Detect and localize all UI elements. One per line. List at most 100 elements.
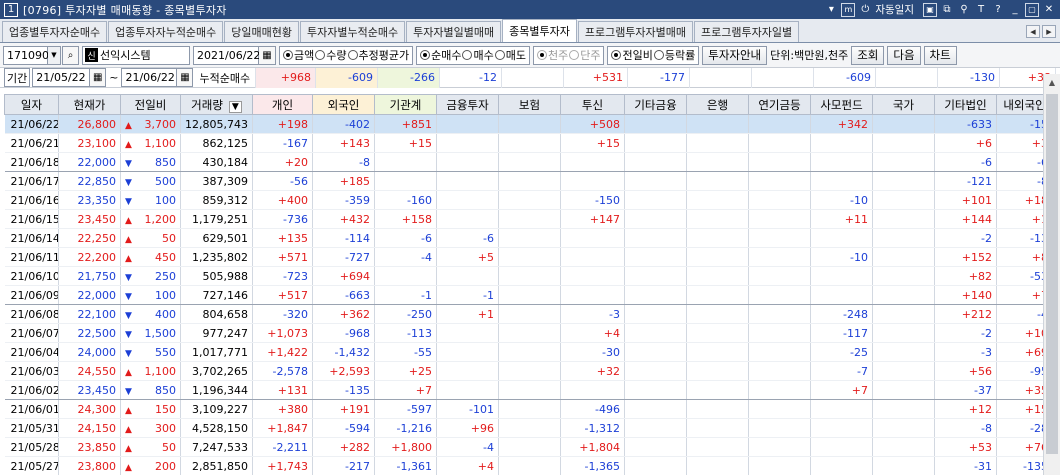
radio-buy[interactable]: 매수 — [462, 47, 494, 63]
column-header[interactable]: 연기금등 — [748, 94, 811, 115]
column-header[interactable]: 일자 — [4, 94, 59, 115]
table-row[interactable]: 21/06/21 23,100 ▲ 1,100 862,125 -167 +143 +15 +1… — [4, 133, 1053, 153]
radio-thousand-shares[interactable]: 천주 — [536, 47, 568, 63]
restore-icon[interactable]: ▢ — [1025, 2, 1039, 17]
table-row[interactable]: 21/05/31 24,150 ▲ 300 4,528,150 +1,847 -594 -1,… — [4, 418, 1053, 438]
price-cell: 23,800 — [58, 456, 121, 475]
tab-prev-icon[interactable]: ◀ — [1026, 25, 1040, 38]
radio-change-rate[interactable]: 등락률 — [653, 47, 695, 63]
table-row[interactable]: 21/05/27 23,800 ▲ 200 2,851,850 +1,743 -217 -1,… — [4, 456, 1053, 475]
vertical-scrollbar[interactable]: ▲ — [1043, 74, 1060, 475]
investor-value-cell: +4 — [436, 456, 499, 475]
change-cell: ▲ 1,100 — [120, 133, 181, 153]
table-row[interactable]: 21/06/08 22,100 ▼ 400 804,658 -320 +362 -250 +1 -… — [4, 304, 1053, 324]
column-header[interactable]: 기관계 — [374, 94, 437, 115]
stock-code-input[interactable]: 171090 — [3, 45, 49, 65]
price-cell: 24,000 — [58, 342, 121, 362]
column-header[interactable]: 전일비 — [120, 94, 181, 115]
tab-3[interactable]: 투자자별누적순매수 — [300, 21, 406, 42]
chevron-down-icon[interactable]: ▾ — [824, 3, 838, 17]
investor-value-cell — [624, 190, 687, 210]
change-value: 550 — [155, 345, 176, 359]
table-row[interactable]: 21/06/07 22,500 ▼ 1,500 977,247 +1,073 -968 -11… — [4, 323, 1053, 343]
column-header[interactable]: 기타법인 — [934, 94, 997, 115]
radio-quantity[interactable]: 수량 — [315, 47, 347, 63]
date-input[interactable]: 2021/06/22 — [193, 45, 260, 65]
chevron-down-icon[interactable]: ▼ — [48, 45, 61, 65]
tab-5[interactable]: 종목별투자자 — [502, 19, 577, 42]
help-icon[interactable]: ? — [991, 3, 1005, 17]
down-arrow-icon: ▼ — [125, 196, 132, 207]
column-header[interactable]: 은행 — [686, 94, 749, 115]
scroll-up-icon[interactable]: ▲ — [1044, 74, 1060, 91]
table-row[interactable]: 21/06/09 22,000 ▼ 100 727,146 +517 -663 -1 -1 +14… — [4, 285, 1053, 305]
next-button[interactable]: 다음 — [887, 45, 921, 65]
period-from-input[interactable]: 21/05/22 — [32, 68, 91, 87]
column-header[interactable]: 보험 — [498, 94, 561, 115]
volume-cell: 862,125 — [180, 133, 253, 153]
table-row[interactable]: 21/06/1722,850▼500387,309-56+185-121-8 — [4, 171, 1053, 191]
table-row[interactable]: 21/06/10 21,750 ▼ 250 505,988 -723 +694 +82 -53 — [4, 266, 1053, 286]
font-icon[interactable]: T — [974, 3, 988, 17]
column-header[interactable]: 개인 — [252, 94, 313, 115]
radio-single-shares[interactable]: 단주 — [569, 47, 600, 63]
radio-net-buy[interactable]: 순매수 — [420, 47, 461, 63]
tab-1[interactable]: 업종투자자누적순매수 — [108, 21, 224, 42]
autosave-label[interactable]: 자동일지 — [875, 2, 914, 17]
link-icon[interactable]: ⧉ — [940, 3, 954, 17]
stock-name-field[interactable]: 신 선익시스템 — [82, 45, 190, 65]
column-header[interactable]: 현재가 — [58, 94, 121, 115]
table-row[interactable]: 21/06/14 22,250 ▲ 50 629,501 +135 -114 -6 -6 -2 -1… — [4, 228, 1053, 248]
investor-value-cell: +517 — [252, 285, 313, 305]
calendar-icon[interactable]: ▦ — [259, 45, 276, 65]
calendar-icon[interactable]: ▦ — [89, 68, 107, 87]
table-row[interactable]: 21/06/22 26,800 ▲ 3,700 12,805,743 +198 -402 +8… — [4, 114, 1053, 134]
tab-2[interactable]: 당일매매현황 — [224, 21, 300, 42]
investor-guide-button[interactable]: 투자자안내 — [702, 45, 768, 65]
period-to-input[interactable]: 21/06/22 — [121, 68, 178, 87]
table-row[interactable]: 21/06/11 22,200 ▲ 450 1,235,802 +571 -727 -4 +5 -… — [4, 247, 1053, 267]
tab-7[interactable]: 프로그램투자자일별 — [694, 21, 800, 42]
radio-amount[interactable]: 금액 — [283, 47, 314, 63]
table-row[interactable]: 21/05/28 23,850 ▲ 50 7,247,533 -2,211 +282 +1,8… — [4, 437, 1053, 457]
investor-value-cell — [810, 171, 873, 191]
table-row[interactable]: 21/06/01 24,300 ▲ 150 3,109,227 +380 +191 -597-… — [4, 399, 1053, 419]
close-icon[interactable]: ✕ — [1042, 3, 1056, 17]
column-header[interactable]: 거래량 ▼ — [180, 94, 253, 115]
tab-4[interactable]: 투자자별일별매매 — [406, 21, 502, 42]
query-button[interactable]: 조회 — [851, 45, 885, 65]
tab-next-icon[interactable]: ▶ — [1042, 25, 1056, 38]
window-icon[interactable]: ▣ — [923, 2, 937, 17]
sort-icon[interactable]: ▼ — [228, 100, 242, 113]
investor-value-cell — [498, 285, 561, 305]
change-value: 1,100 — [144, 136, 177, 150]
search-icon[interactable]: ⌕ — [62, 45, 79, 65]
radio-sell[interactable]: 매도 — [494, 47, 526, 63]
tab-0[interactable]: 업종별투자자순매수 — [2, 21, 108, 42]
scroll-thumb[interactable] — [1046, 94, 1058, 454]
pin-icon[interactable]: ⚲ — [957, 3, 971, 17]
investor-value-cell: +20 — [252, 152, 313, 172]
table-row[interactable]: 21/06/15 23,450 ▲ 1,200 1,179,251 -736 +432 +15… — [4, 209, 1053, 229]
down-arrow-icon: ▼ — [125, 177, 132, 188]
column-header[interactable]: 외국인 — [312, 94, 375, 115]
table-row[interactable]: 21/06/16 23,350 ▼ 100 859,312 +400 -359 -160 -15… — [4, 190, 1053, 210]
radio-prev-diff[interactable]: 전일비 — [611, 47, 653, 63]
column-header[interactable]: 금융투자 — [436, 94, 499, 115]
table-row[interactable]: 21/06/04 24,000 ▼ 550 1,017,771 +1,422 -1,432-… — [4, 342, 1053, 362]
radio-avg-price[interactable]: 추정평균가 — [347, 47, 409, 63]
table-row[interactable]: 21/06/03 24,550 ▲ 1,100 3,702,265 -2,578 +2,59… — [4, 361, 1053, 381]
chart-button[interactable]: 차트 — [923, 45, 957, 65]
alarm-icon[interactable]: ⏻ — [858, 3, 872, 17]
column-header[interactable]: 국가 — [872, 94, 935, 115]
tab-6[interactable]: 프로그램투자자별매매 — [577, 21, 694, 42]
table-row[interactable]: 21/06/02 23,450 ▼ 850 1,196,344 +131 -135 +7 +7-… — [4, 380, 1053, 400]
investor-value-cell: -135 — [312, 380, 375, 400]
calendar-icon[interactable]: ▦ — [176, 68, 194, 87]
minimize-icon[interactable]: _ — [1008, 3, 1022, 17]
memo-icon[interactable]: m — [841, 2, 856, 17]
column-header[interactable]: 사모펀드 — [810, 94, 873, 115]
column-header[interactable]: 투신 — [560, 94, 625, 115]
table-row[interactable]: 21/06/1822,000▼850430,184+20-8-6-6 — [4, 152, 1053, 172]
column-header[interactable]: 기타금융 — [624, 94, 687, 115]
